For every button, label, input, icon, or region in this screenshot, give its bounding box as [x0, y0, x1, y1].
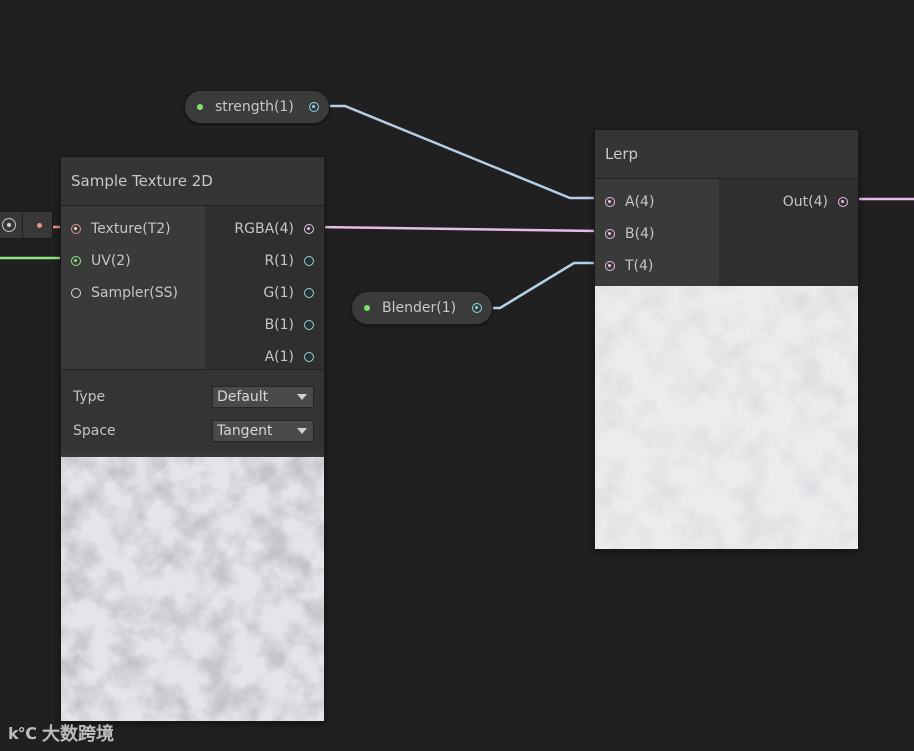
b-output-port[interactable] [304, 320, 314, 330]
output-ports: RGBA(4) R(1) G(1) B(1) A(1) [205, 206, 324, 369]
input-row-t[interactable]: T(4) [595, 250, 719, 282]
texture-connector-dot-icon [37, 223, 42, 228]
output-row-b[interactable]: B(1) [205, 309, 324, 341]
a-input-port[interactable] [605, 197, 615, 207]
input-label: T(4) [625, 258, 654, 274]
node-title[interactable]: Sample Texture 2D [61, 157, 324, 206]
input-ports: A(4) B(4) T(4) [595, 179, 719, 287]
b-input-port[interactable] [605, 229, 615, 239]
input-row-sampler[interactable]: Sampler(SS) [61, 277, 205, 309]
object-picker-icon[interactable] [2, 218, 16, 232]
input-label: A(4) [625, 194, 655, 210]
a-output-port[interactable] [304, 352, 314, 362]
blender-property-node[interactable]: Blender(1) [351, 291, 493, 325]
wire-strength-to-lerp-a [320, 104, 598, 200]
node-settings: Type Default Space Tangent [61, 369, 324, 451]
type-dropdown[interactable]: Default [212, 386, 314, 408]
type-label: Type [73, 389, 106, 405]
space-dropdown[interactable]: Tangent [212, 420, 314, 442]
out-output-port[interactable] [838, 197, 848, 207]
input-ports: Texture(T2) UV(2) Sampler(SS) [61, 206, 205, 369]
sampler-input-port[interactable] [71, 288, 81, 298]
output-row-g[interactable]: G(1) [205, 277, 324, 309]
output-ports: Out(4) [719, 179, 858, 287]
output-label: A(1) [264, 349, 294, 365]
input-row-uv[interactable]: UV(2) [61, 245, 205, 277]
uv-input-port[interactable] [71, 256, 81, 266]
texture-input-port[interactable] [71, 224, 81, 234]
lerp-node[interactable]: Lerp A(4) B(4) T(4) Out(4) [594, 129, 859, 550]
input-label: UV(2) [91, 253, 131, 269]
output-label: B(1) [264, 317, 294, 333]
output-row-out[interactable]: Out(4) [719, 186, 858, 218]
watermark: k℃ 大数跨境 [8, 720, 114, 746]
blender-label: Blender(1) [382, 300, 457, 316]
texture-asset-stub-node[interactable] [0, 211, 53, 239]
watermark-logo-icon: k℃ [8, 723, 37, 743]
property-dot-icon [364, 305, 370, 311]
dropdown-arrow-icon [297, 428, 307, 434]
g-output-port[interactable] [304, 288, 314, 298]
output-label: Out(4) [782, 194, 828, 210]
node-ports: Texture(T2) UV(2) Sampler(SS) RGBA(4) R(… [61, 206, 324, 369]
input-row-texture[interactable]: Texture(T2) [61, 213, 205, 245]
space-label: Space [73, 423, 116, 439]
input-label: B(4) [625, 226, 655, 242]
type-setting-row: Type Default [71, 380, 314, 414]
strength-property-node[interactable]: strength(1) [184, 90, 330, 124]
output-label: RGBA(4) [234, 221, 294, 237]
type-value: Default [217, 389, 269, 405]
watermark-text: 大数跨境 [42, 724, 115, 745]
texture-preview [61, 457, 324, 721]
input-label: Sampler(SS) [91, 285, 178, 301]
strength-output-port[interactable] [309, 102, 319, 112]
strength-label: strength(1) [215, 99, 294, 115]
rgba-output-port[interactable] [304, 224, 314, 234]
stub-divider [22, 212, 23, 238]
input-label: Texture(T2) [91, 221, 171, 237]
blender-output-port[interactable] [472, 303, 482, 313]
input-row-b[interactable]: B(4) [595, 218, 719, 250]
output-label: G(1) [263, 285, 294, 301]
output-row-a[interactable]: A(1) [205, 341, 324, 373]
wire-blender-to-lerp-t [478, 261, 598, 310]
node-title[interactable]: Lerp [595, 130, 858, 179]
output-row-r[interactable]: R(1) [205, 245, 324, 277]
space-value: Tangent [217, 423, 273, 439]
output-row-rgba[interactable]: RGBA(4) [205, 213, 324, 245]
lerp-preview [595, 286, 858, 549]
input-row-a[interactable]: A(4) [595, 186, 719, 218]
r-output-port[interactable] [304, 256, 314, 266]
node-ports: A(4) B(4) T(4) Out(4) [595, 179, 858, 287]
sample-texture-2d-node[interactable]: Sample Texture 2D Texture(T2) UV(2) Samp… [60, 156, 325, 722]
t-input-port[interactable] [605, 261, 615, 271]
space-setting-row: Space Tangent [71, 414, 314, 448]
property-dot-icon [197, 104, 203, 110]
wire-rgba-to-lerp-b [315, 225, 599, 233]
output-label: R(1) [264, 253, 294, 269]
dropdown-arrow-icon [297, 394, 307, 400]
